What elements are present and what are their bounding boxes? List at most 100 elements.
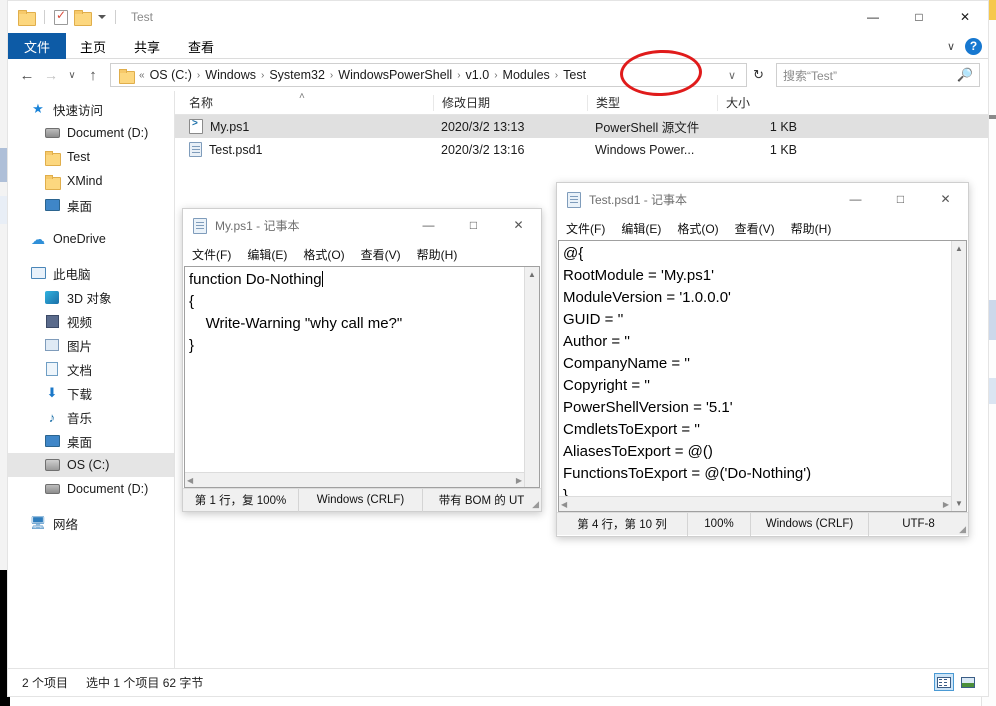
close-button[interactable]: ✕: [496, 209, 541, 240]
notepad-content[interactable]: function Do-Nothing { Write-Warning "why…: [185, 267, 539, 359]
column-header-type[interactable]: 类型: [587, 94, 717, 111]
sidebar-item-onedrive[interactable]: ☁ OneDrive: [8, 227, 174, 251]
quick-access-toolbar: Test: [8, 1, 153, 33]
menu-file[interactable]: 文件(F): [566, 220, 605, 237]
properties-icon[interactable]: [54, 8, 68, 25]
tab-share[interactable]: 共享: [120, 33, 174, 59]
cloud-icon: ☁: [31, 230, 45, 247]
sidebar-item-desktop-2[interactable]: 桌面: [8, 429, 174, 453]
forward-button[interactable]: →: [40, 63, 62, 87]
horizontal-scrollbar[interactable]: ◀ ▶: [559, 496, 951, 511]
scroll-down-icon[interactable]: ▼: [952, 496, 966, 511]
tab-view[interactable]: 查看: [174, 33, 228, 59]
nav-spacer-2: [8, 251, 174, 261]
large-icons-view-button[interactable]: [958, 673, 978, 691]
notepad-text-area[interactable]: function Do-Nothing { Write-Warning "why…: [184, 266, 540, 488]
notepad-content[interactable]: @{ RootModule = 'My.ps1' ModuleVersion =…: [559, 241, 966, 509]
minimize-button[interactable]: —: [406, 209, 451, 240]
search-box[interactable]: 搜索“Test” 🔍: [776, 63, 980, 87]
vertical-scrollbar[interactable]: ▲: [524, 267, 539, 487]
breadcrumb-item-system32[interactable]: System32: [265, 68, 329, 82]
sidebar-item-3d-objects[interactable]: 3D 对象: [8, 285, 174, 309]
menu-format[interactable]: 格式(O): [303, 246, 344, 263]
back-button[interactable]: ←: [16, 63, 38, 87]
sidebar-item-document-d-2[interactable]: Document (D:): [8, 477, 174, 501]
menu-help[interactable]: 帮助(H): [417, 246, 458, 263]
column-header-date[interactable]: 修改日期: [433, 94, 587, 111]
maximize-button[interactable]: □: [451, 209, 496, 240]
resize-grip-icon[interactable]: ◢: [959, 524, 966, 535]
search-icon[interactable]: 🔍: [957, 67, 973, 83]
sidebar-item-music[interactable]: ♪ 音乐: [8, 405, 174, 429]
resize-grip-icon[interactable]: ◢: [532, 499, 539, 510]
file-name-cell[interactable]: Test.psd1: [175, 138, 433, 161]
notepad-icon: [567, 191, 581, 208]
table-row[interactable]: Test.psd1 2020/3/2 13:16 Windows Power..…: [175, 138, 988, 161]
up-button[interactable]: ↑: [82, 63, 104, 87]
sidebar-item-pictures[interactable]: 图片: [8, 333, 174, 357]
breadcrumb-item-os-c[interactable]: OS (C:): [146, 68, 196, 82]
menu-edit[interactable]: 编辑(E): [247, 246, 287, 263]
address-dropdown-icon[interactable]: ∨: [722, 69, 742, 82]
tab-home[interactable]: 主页: [66, 33, 120, 59]
notepad-text-area[interactable]: @{ RootModule = 'My.ps1' ModuleVersion =…: [558, 240, 967, 512]
sidebar-item-videos[interactable]: 视频: [8, 309, 174, 333]
explorer-status-bar: 2 个项目 选中 1 个项目 62 字节: [8, 668, 988, 696]
maximize-button[interactable]: □: [896, 1, 942, 32]
scroll-left-icon[interactable]: ◀: [187, 476, 193, 485]
menu-help[interactable]: 帮助(H): [791, 220, 832, 237]
sidebar-item-document-d[interactable]: Document (D:): [8, 121, 174, 145]
breadcrumb-overflow-icon[interactable]: «: [138, 70, 146, 81]
sidebar-item-xmind[interactable]: XMind: [8, 169, 174, 193]
sidebar-item-test[interactable]: Test: [8, 145, 174, 169]
sidebar-item-documents[interactable]: 文档: [8, 357, 174, 381]
file-date-cell: 2020/3/2 13:13: [441, 119, 525, 134]
scroll-right-icon[interactable]: ▶: [516, 476, 522, 485]
minimize-button[interactable]: —: [833, 183, 878, 214]
breadcrumb-item-windowspowershell[interactable]: WindowsPowerShell: [334, 68, 456, 82]
help-icon[interactable]: ?: [965, 37, 982, 55]
scroll-up-icon[interactable]: ▲: [525, 267, 539, 282]
breadcrumb-item-windows[interactable]: Windows: [201, 68, 260, 82]
menu-view[interactable]: 查看(V): [361, 246, 401, 263]
menu-edit[interactable]: 编辑(E): [621, 220, 661, 237]
menu-file[interactable]: 文件(F): [192, 246, 231, 263]
scroll-up-icon[interactable]: ▲: [952, 241, 966, 256]
table-row[interactable]: My.ps1 2020/3/2 13:13 PowerShell 源文件 1 K…: [175, 115, 988, 138]
refresh-button[interactable]: ↻: [749, 67, 768, 83]
file-name-cell[interactable]: My.ps1: [175, 115, 433, 138]
folder-icon[interactable]: [18, 10, 36, 26]
vertical-scrollbar[interactable]: ▲ ▼: [951, 241, 966, 511]
tab-file[interactable]: 文件: [8, 33, 67, 59]
sidebar-item-os-c[interactable]: OS (C:): [8, 453, 174, 477]
horizontal-scrollbar[interactable]: ◀ ▶: [185, 472, 524, 487]
breadcrumb-item-test[interactable]: Test: [559, 68, 590, 82]
column-header-size[interactable]: 大小: [717, 94, 809, 111]
chevron-down-icon[interactable]: ∨: [947, 40, 955, 53]
menu-format[interactable]: 格式(O): [677, 220, 718, 237]
sidebar-item-downloads[interactable]: ⬇ 下载: [8, 381, 174, 405]
maximize-button[interactable]: □: [878, 183, 923, 214]
sidebar-item-quick-access[interactable]: ★ 快速访问: [8, 97, 174, 121]
close-button[interactable]: ✕: [923, 183, 968, 214]
scroll-left-icon[interactable]: ◀: [561, 500, 567, 509]
breadcrumb-item-v1-0[interactable]: v1.0: [462, 68, 494, 82]
details-view-button[interactable]: [934, 673, 954, 691]
new-folder-icon[interactable]: [74, 10, 92, 26]
close-button[interactable]: ✕: [942, 1, 988, 32]
menu-view[interactable]: 查看(V): [735, 220, 775, 237]
minimize-button[interactable]: —: [850, 1, 896, 32]
scroll-right-icon[interactable]: ▶: [943, 500, 949, 509]
sidebar-item-desktop[interactable]: 桌面: [8, 193, 174, 217]
address-bar-row: ← → ∨ ↑ « OS (C:) › Windows › System32 ›…: [8, 59, 988, 91]
sidebar-item-label: 桌面: [67, 435, 93, 450]
code-line: RootModule = 'My.ps1': [563, 267, 714, 284]
breadcrumb-item-modules[interactable]: Modules: [499, 68, 554, 82]
search-input[interactable]: 搜索“Test”: [783, 67, 957, 84]
recent-locations-button[interactable]: ∨: [64, 63, 80, 87]
sidebar-item-this-pc[interactable]: 此电脑: [8, 261, 174, 285]
sidebar-item-network[interactable]: 🖥 网络: [8, 511, 174, 535]
customize-caret-icon[interactable]: [98, 15, 106, 19]
address-bar[interactable]: « OS (C:) › Windows › System32 › Windows…: [110, 63, 748, 87]
